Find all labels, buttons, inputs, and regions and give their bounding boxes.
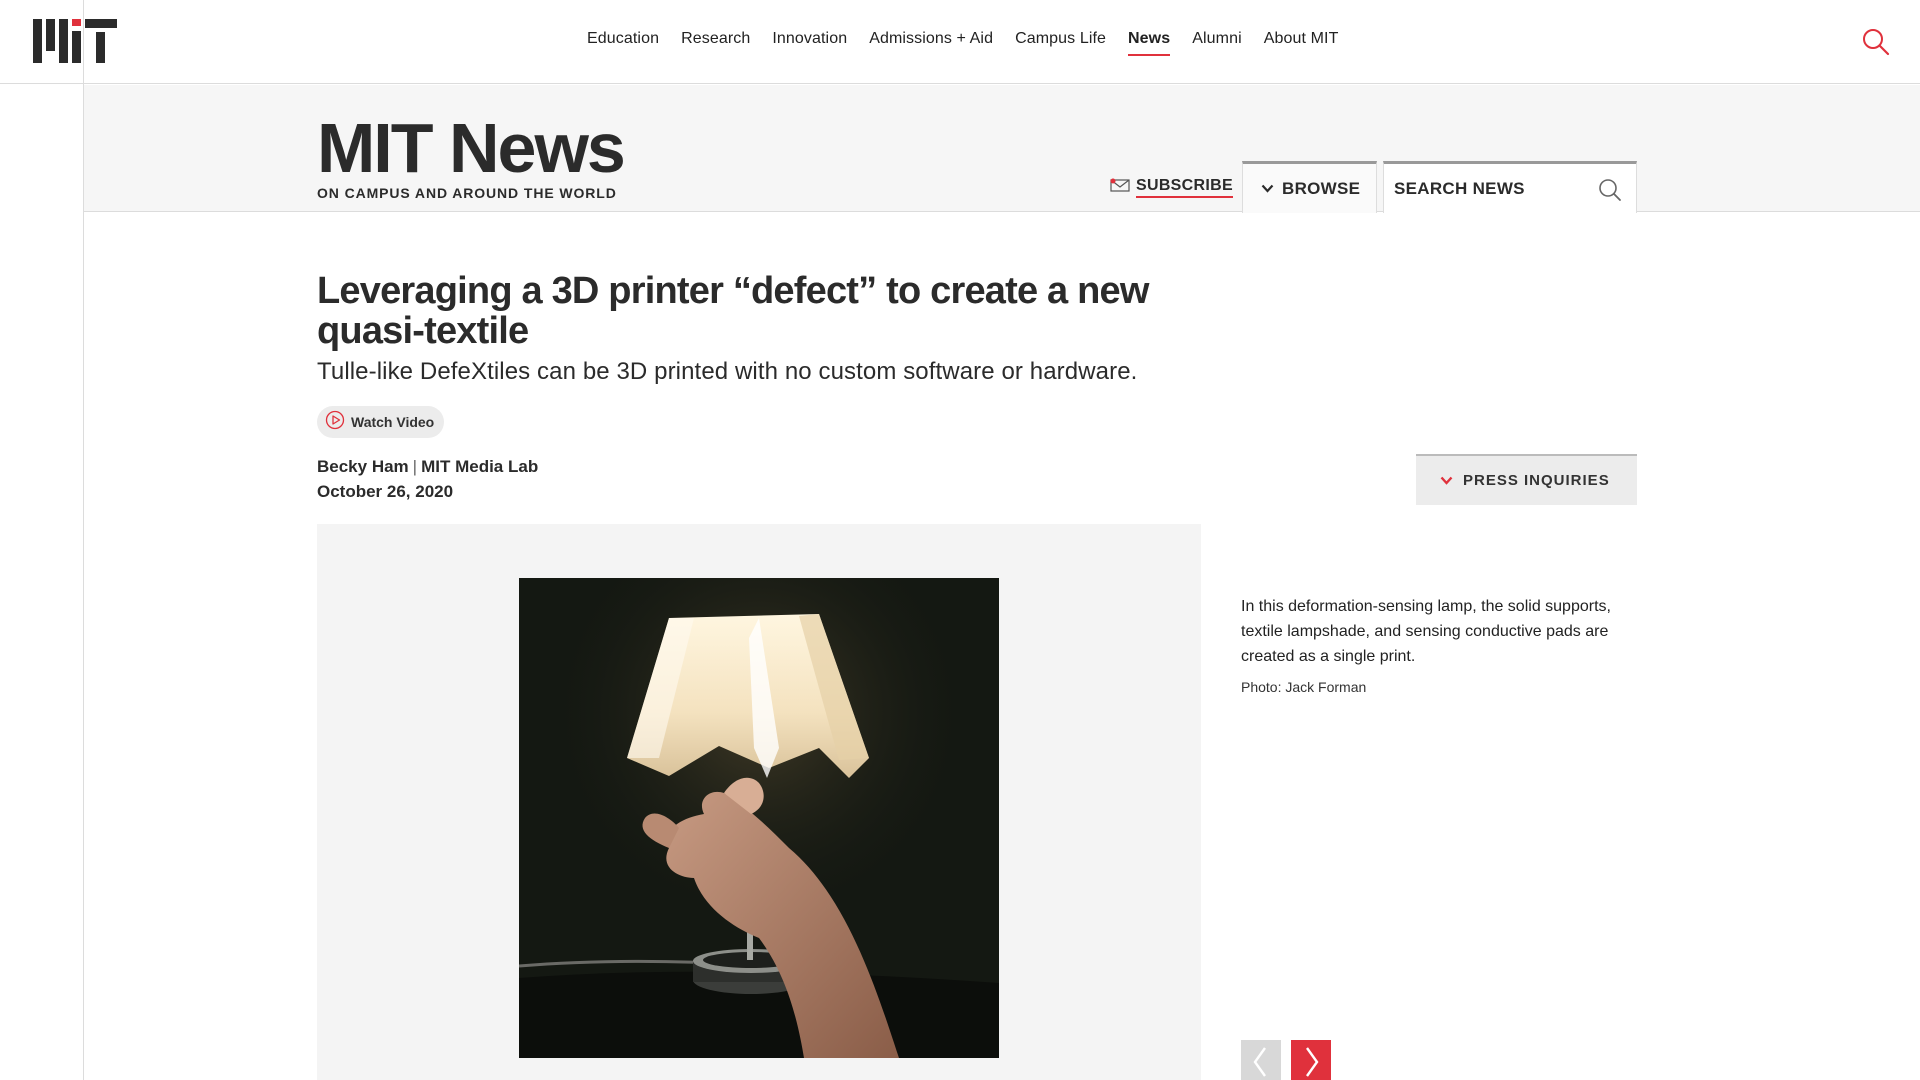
mit-logo[interactable] [33,19,117,63]
chevron-right-icon [1306,1047,1319,1077]
subscribe-link[interactable]: SUBSCRIBE [1110,177,1233,198]
watch-video-button[interactable]: Watch Video [317,406,445,438]
byline-separator: | [412,457,418,476]
subscribe-label: SUBSCRIBE [1136,177,1233,198]
search-news-input[interactable] [1394,178,1594,199]
byline: Becky Ham | MIT Media Lab [317,457,538,477]
lamp-photo[interactable] [519,578,999,1058]
main-nav: Education Research Innovation Admissions… [587,30,1360,56]
gallery-next-button[interactable] [1291,1040,1331,1080]
mit-news-tagline: ON CAMPUS AND AROUND THE WORLD [317,185,617,201]
mit-news-title: MIT News [317,109,626,187]
figure-caption: In this deformation-sensing lamp, the so… [1241,598,1611,665]
press-inquiries-button[interactable]: PRESS INQUIRIES [1416,454,1637,505]
article-subtitle: Tulle-like DefeXtiles can be 3D printed … [317,358,1138,385]
author-affiliation[interactable]: MIT Media Lab [421,457,538,476]
author-name: Becky Ham [317,457,409,476]
search-news-icon[interactable] [1598,178,1622,207]
search-news-box [1383,161,1637,213]
press-inquiries-label: PRESS INQUIRIES [1463,472,1610,489]
search-icon[interactable] [1862,28,1890,56]
nav-alumni[interactable]: Alumni [1192,30,1242,56]
article-title: Leveraging a 3D printer “defect” to crea… [317,270,1149,352]
chevron-down-icon [1261,180,1274,198]
page-left-rule [83,0,84,1080]
nav-research[interactable]: Research [681,30,750,56]
nav-education[interactable]: Education [587,30,659,56]
browse-label: BROWSE [1282,178,1361,198]
nav-admissions-aid[interactable]: Admissions + Aid [869,30,993,56]
envelope-icon [1110,178,1130,197]
gallery-prev-button[interactable] [1241,1040,1281,1080]
chevron-down-icon [1440,472,1453,490]
photo-credit: Photo: Jack Forman [1241,679,1367,695]
nav-innovation[interactable]: Innovation [772,30,847,56]
watch-video-label: Watch Video [351,414,435,430]
mit-news-masthead[interactable]: MIT News ON CAMPUS AND AROUND THE WORLD [317,109,626,201]
nav-about-mit[interactable]: About MIT [1264,30,1339,56]
publish-date: October 26, 2020 [317,482,454,501]
top-navigation: Education Research Innovation Admissions… [0,0,1920,84]
nav-news[interactable]: News [1128,30,1171,56]
play-icon [325,410,345,435]
browse-button[interactable]: BROWSE [1242,161,1377,213]
nav-campus-life[interactable]: Campus Life [1015,30,1106,56]
chevron-left-icon [1253,1047,1266,1077]
